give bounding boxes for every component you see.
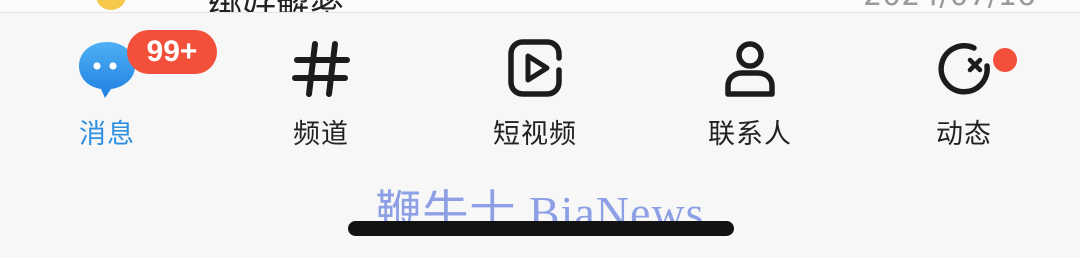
tab-channels[interactable]: 频道 xyxy=(241,16,401,166)
tab-label: 频道 xyxy=(293,119,349,150)
tab-label: 短视频 xyxy=(493,119,577,150)
bottom-tab-bar: 消息 99+ 频道 短视频 联系人 动态 xyxy=(0,16,1080,166)
home-indicator[interactable] xyxy=(348,221,734,236)
tab-feed[interactable]: 动态 xyxy=(884,16,1044,166)
tab-contacts[interactable]: 联系人 xyxy=(670,16,830,166)
previous-list-item[interactable]: 绑好解密 2024/07/16 xyxy=(0,0,1080,13)
new-activity-dot xyxy=(993,48,1017,72)
hash-icon xyxy=(292,41,350,97)
person-icon xyxy=(725,41,775,97)
unread-count-badge: 99+ xyxy=(127,30,217,74)
item-title: 绑好解密 xyxy=(208,0,344,12)
tab-label: 动态 xyxy=(936,119,992,150)
item-date: 2024/07/16 xyxy=(863,0,1036,12)
item-avatar xyxy=(96,0,126,10)
refresh-star-icon xyxy=(938,43,990,95)
tab-label: 消息 xyxy=(79,119,135,150)
video-play-icon xyxy=(508,39,562,97)
tab-short-video[interactable]: 短视频 xyxy=(455,16,615,166)
tab-label: 联系人 xyxy=(708,119,792,150)
